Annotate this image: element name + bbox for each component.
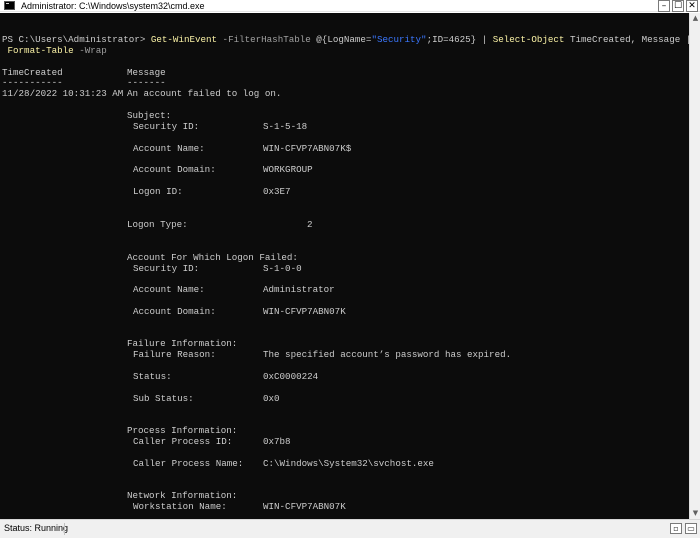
caller-process-name-value: C:\Windows\System32\svchost.exe bbox=[263, 458, 434, 469]
caller-process-name-label: Caller Process Name: bbox=[133, 458, 244, 469]
subject-account-name-value: WIN-CFVP7ABN07K$ bbox=[263, 143, 352, 154]
failed-account-domain-label: Account Domain: bbox=[133, 306, 216, 317]
cmd-app-icon[interactable] bbox=[4, 1, 15, 10]
status-text: Status: Running bbox=[4, 523, 69, 533]
failed-account-domain-value: WIN-CFVP7ABN07K bbox=[263, 306, 346, 317]
failed-account-name-value: Administrator bbox=[263, 284, 335, 295]
cmdlet-select-object: Select-Object bbox=[492, 34, 565, 45]
workstation-name-label: Workstation Name: bbox=[133, 501, 227, 512]
logon-type-label: Logon Type: bbox=[127, 219, 188, 230]
console-output[interactable]: PS C:\Users\Administrator> Get-WinEvent … bbox=[0, 13, 689, 519]
command-line-continued: Format-Table -Wrap bbox=[2, 45, 107, 57]
caller-process-id-label: Caller Process ID: bbox=[133, 436, 233, 447]
minimize-button[interactable]: – bbox=[658, 0, 670, 12]
subject-account-domain-value: WORKGROUP bbox=[263, 164, 313, 175]
failed-account-name-label: Account Name: bbox=[133, 284, 205, 295]
subject-account-domain-label: Account Domain: bbox=[133, 164, 216, 175]
close-button[interactable]: ✕ bbox=[686, 0, 698, 12]
cmdlet-get-winevent: Get-WinEvent bbox=[150, 34, 218, 45]
cmdlet-format-table: Format-Table bbox=[2, 45, 74, 56]
restore-icon[interactable]: ▫ bbox=[670, 523, 682, 534]
expand-icon[interactable]: ▭ bbox=[685, 523, 697, 534]
hashtable-close: ;ID=4625} | bbox=[426, 34, 493, 45]
caller-process-id-value: 0x7b8 bbox=[263, 436, 291, 447]
failure-sub-status-value: 0x0 bbox=[263, 393, 280, 404]
status-bar: Status: Running ▫ ▭ bbox=[0, 519, 700, 538]
subject-account-name-label: Account Name: bbox=[133, 143, 205, 154]
failure-status-value: 0xC0000224 bbox=[263, 371, 319, 382]
prompt: PS C:\Users\Administrator> bbox=[2, 34, 151, 45]
failed-security-id-label: Security ID: bbox=[133, 263, 200, 274]
failure-reason-value: The specified account’s password has exp… bbox=[263, 349, 512, 360]
statusbar-buttons: ▫ ▭ bbox=[667, 523, 697, 534]
failure-status-label: Status: bbox=[133, 371, 172, 382]
failure-reason-label: Failure Reason: bbox=[133, 349, 216, 360]
param-filterhashtable: -FilterHashTable bbox=[217, 34, 317, 45]
subject-logon-id-value: 0x3E7 bbox=[263, 186, 291, 197]
subject-security-id-value: S-1-5-18 bbox=[263, 121, 308, 132]
window-title: Administrator: C:\Windows\system32\cmd.e… bbox=[21, 0, 205, 11]
title-bar[interactable]: Administrator: C:\Windows\system32\cmd.e… bbox=[0, 0, 700, 12]
param-wrap: -Wrap bbox=[73, 45, 107, 56]
subject-security-id-label: Security ID: bbox=[133, 121, 200, 132]
hashtable-string: "Security" bbox=[371, 34, 427, 45]
scroll-down-arrow-icon[interactable]: ▼ bbox=[692, 510, 699, 517]
vertical-scrollbar[interactable]: ▲ ▼ bbox=[689, 13, 700, 519]
window-controls: – ☐ ✕ bbox=[656, 0, 698, 12]
hashtable-open: @{LogName= bbox=[316, 34, 372, 45]
message-first-line: An account failed to log on. bbox=[127, 88, 282, 99]
select-args: TimeCreated, Message | bbox=[564, 34, 689, 45]
maximize-button[interactable]: ☐ bbox=[672, 0, 684, 12]
scroll-up-arrow-icon[interactable]: ▲ bbox=[692, 15, 699, 22]
subject-logon-id-label: Logon ID: bbox=[133, 186, 183, 197]
failure-sub-status-label: Sub Status: bbox=[133, 393, 194, 404]
workstation-name-value: WIN-CFVP7ABN07K bbox=[263, 501, 346, 512]
status-separator bbox=[64, 523, 65, 535]
time-created-value: 11/28/2022 10:31:23 AM bbox=[2, 88, 124, 99]
logon-type-value: 2 bbox=[307, 219, 313, 230]
failed-security-id-value: S-1-0-0 bbox=[263, 263, 302, 274]
